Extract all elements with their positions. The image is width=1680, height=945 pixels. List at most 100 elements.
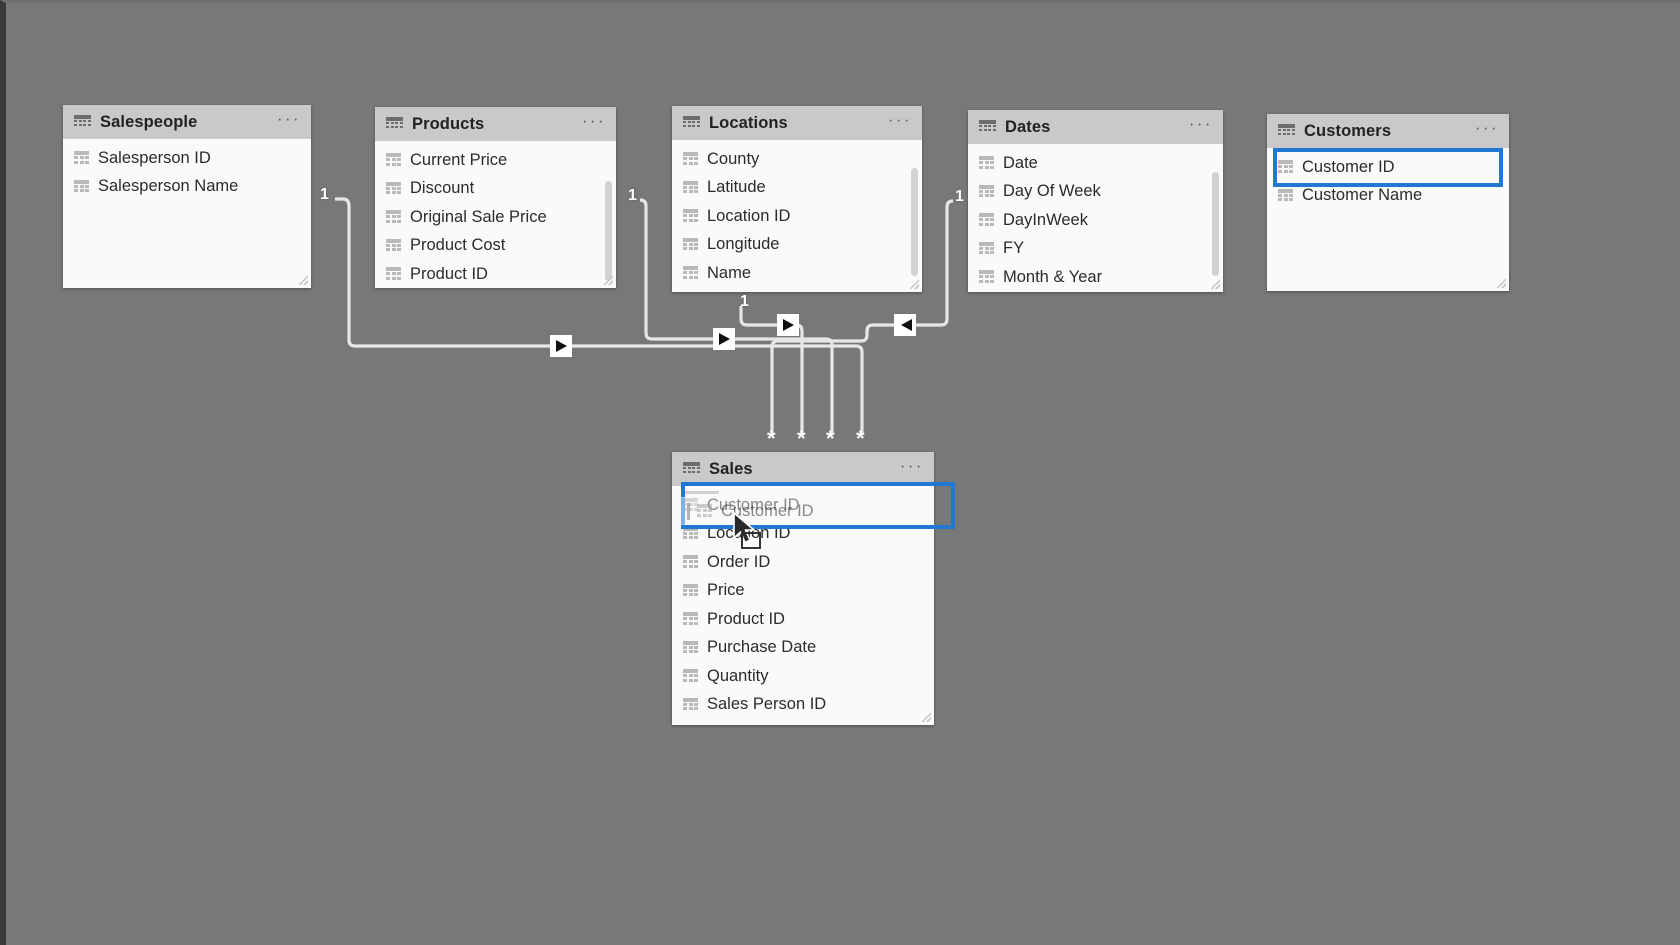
field-label: Product Cost: [410, 236, 506, 255]
table-header-products[interactable]: Products ···: [375, 107, 616, 141]
field-label: Month & Year: [1003, 267, 1103, 286]
field-row[interactable]: Product Cost: [375, 232, 616, 261]
field-icon: [74, 151, 89, 165]
field-row[interactable]: Order ID: [672, 548, 934, 577]
cardinality-one-label: 1: [740, 293, 749, 310]
table-header-salespeople[interactable]: Salespeople ···: [63, 105, 311, 139]
drag-ghost-stub: [685, 491, 719, 494]
table-fields-customers: Customer ID Customer Name: [1267, 148, 1509, 291]
table-resize-handle[interactable]: [910, 280, 919, 289]
table-resize-handle[interactable]: [1497, 279, 1506, 288]
field-row[interactable]: Discount: [375, 175, 616, 204]
field-label: Customer Name: [1302, 186, 1423, 205]
table-card-customers[interactable]: Customers ··· Customer ID Customer Name: [1267, 114, 1509, 291]
field-icon: [979, 270, 994, 284]
field-row[interactable]: Current Price: [375, 146, 616, 175]
field-row[interactable]: Price: [672, 577, 934, 606]
field-label: Day Of Week: [1003, 182, 1101, 201]
table-header-locations[interactable]: Locations ···: [672, 106, 922, 140]
field-label: Location ID: [707, 524, 791, 543]
field-label: County: [707, 149, 760, 168]
field-icon: [683, 612, 698, 626]
table-icon: [979, 119, 996, 135]
field-row[interactable]: Original Sale Price: [375, 203, 616, 232]
table-resize-handle[interactable]: [1211, 280, 1220, 289]
field-row[interactable]: DayInWeek: [968, 206, 1223, 235]
table-header-dates[interactable]: Dates ···: [968, 110, 1223, 144]
table-resize-handle[interactable]: [922, 713, 931, 722]
field-icon: [979, 156, 994, 170]
field-icon: [1278, 160, 1293, 174]
field-label: Salesperson ID: [98, 148, 211, 167]
field-row[interactable]: Salesperson ID: [63, 144, 311, 173]
table-header-sales[interactable]: Sales ···: [672, 452, 934, 486]
table-resize-handle[interactable]: [604, 276, 613, 285]
field-row[interactable]: Quantity: [672, 662, 934, 691]
field-label: Product ID: [410, 264, 488, 283]
table-card-products[interactable]: Products ··· Current Price Discount Original…: [375, 107, 616, 288]
drag-ghost-customer-id[interactable]: Customer ID: [677, 497, 909, 525]
field-icon: [1278, 188, 1293, 203]
field-row[interactable]: Sales Person ID: [672, 691, 934, 720]
field-row[interactable]: FY: [968, 235, 1223, 264]
model-view-canvas[interactable]: Salespeople ··· Salesperson ID Salesperson …: [0, 0, 1680, 945]
field-row[interactable]: Customer ID: [1267, 153, 1509, 182]
field-row[interactable]: County: [672, 145, 922, 174]
field-row[interactable]: Month Number: [968, 292, 1223, 293]
table-fields-dates: Date Day Of Week DayInWeek FY Month & Year Mo…: [968, 144, 1223, 292]
table-scrollbar[interactable]: [605, 181, 612, 281]
field-icon: [683, 237, 698, 252]
field-row[interactable]: Name: [672, 259, 922, 288]
field-row[interactable]: Location ID: [672, 202, 922, 231]
table-menu-button[interactable]: ···: [900, 457, 924, 477]
table-card-salespeople[interactable]: Salespeople ··· Salesperson ID Salesperson …: [63, 105, 311, 288]
field-icon: [74, 179, 89, 194]
table-title: Customers: [1304, 121, 1392, 140]
field-label: Quantity: [707, 666, 769, 685]
table-menu-button[interactable]: ···: [582, 112, 606, 132]
table-icon: [74, 114, 91, 130]
field-label: Current Price: [410, 150, 508, 169]
table-card-locations[interactable]: Locations ··· County Latitude Location ID Lon…: [672, 106, 922, 292]
field-row[interactable]: Longitude: [672, 231, 922, 260]
table-icon: [1278, 123, 1295, 139]
field-icon: [697, 504, 712, 518]
field-row[interactable]: Purchase Date: [672, 634, 934, 663]
table-menu-button[interactable]: ···: [1475, 119, 1499, 139]
field-row[interactable]: Day Of Week: [968, 178, 1223, 207]
table-menu-button[interactable]: ···: [1189, 115, 1213, 135]
table-card-dates[interactable]: Dates ··· Date Day Of Week DayInWeek FY Month …: [968, 110, 1223, 292]
field-icon: [683, 583, 698, 598]
table-scrollbar[interactable]: [1212, 172, 1219, 276]
table-scrollbar[interactable]: [911, 168, 918, 276]
cardinality-one-label: 1: [320, 186, 329, 203]
field-row[interactable]: Product ID: [375, 260, 616, 288]
table-menu-button[interactable]: ···: [888, 111, 912, 131]
field-icon: [683, 266, 698, 280]
table-title: Products: [412, 114, 485, 133]
field-row[interactable]: Customer Name: [1267, 182, 1509, 211]
field-icon: [386, 153, 401, 167]
table-title: Dates: [1005, 117, 1051, 136]
table-fields-products: Current Price Discount Original Sale Price…: [375, 141, 616, 288]
cardinality-one-label: 1: [628, 187, 637, 204]
field-row[interactable]: Population Date: [672, 288, 922, 293]
table-resize-handle[interactable]: [299, 276, 308, 285]
cardinality-one-label: 1: [955, 188, 964, 205]
field-label: Name: [707, 263, 752, 282]
field-label: Sales Person ID: [707, 695, 827, 714]
field-row[interactable]: Latitude: [672, 174, 922, 203]
cardinality-many-label: *: [767, 426, 776, 451]
field-row[interactable]: Product ID: [672, 605, 934, 634]
field-icon: [683, 209, 698, 223]
field-icon: [683, 555, 698, 569]
table-menu-button[interactable]: ···: [277, 110, 301, 130]
field-icon: [683, 697, 698, 712]
field-row[interactable]: Month & Year: [968, 263, 1223, 292]
table-fields-salespeople: Salesperson ID Salesperson Name: [63, 139, 311, 288]
table-header-customers[interactable]: Customers ···: [1267, 114, 1509, 148]
table-fields-locations: County Latitude Location ID Longitude Name Po…: [672, 140, 922, 292]
field-icon: [683, 152, 698, 166]
field-row[interactable]: Salesperson Name: [63, 173, 311, 202]
field-row[interactable]: Date: [968, 149, 1223, 178]
